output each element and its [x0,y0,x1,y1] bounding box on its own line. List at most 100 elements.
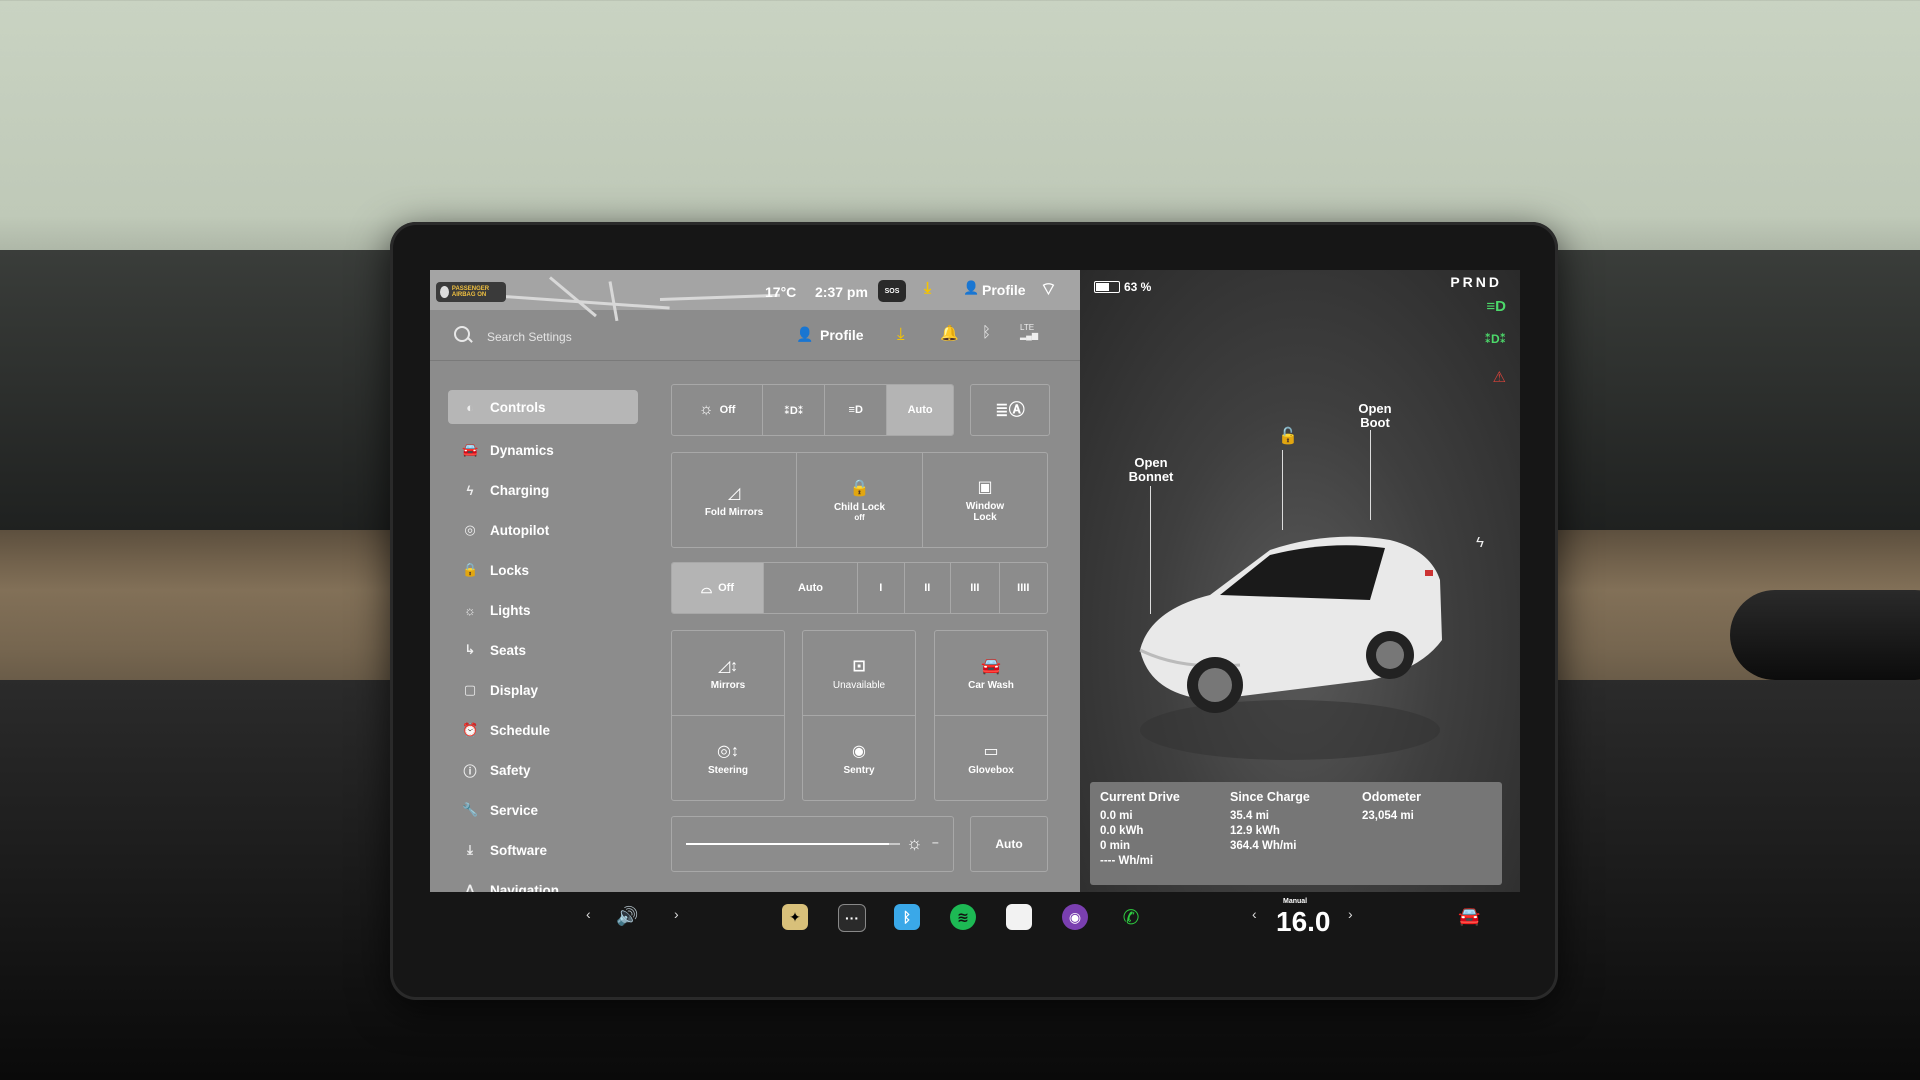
since-charge-efficiency: 364.4 Wh/mi [1230,840,1297,852]
steering-adjust-icon: ◎↕ [717,742,739,760]
open-bonnet-button[interactable]: Open Bonnet [1116,456,1186,484]
passenger-airbag-indicator: PASSENGER AIRBAG ON [436,282,506,302]
download-icon[interactable]: ⤓ [897,324,905,344]
vehicle-model [1139,536,1442,760]
trip-stats: Current Drive 0.0 mi 0.0 kWh 0 min ---- … [1090,782,1502,885]
unavailable-label: Unavailable [832,679,886,691]
bluetooth-icon[interactable]: ᛒ [982,324,991,341]
vehicle-panel: 63 % PRND ≡D ⁑D⁑ ⚠ Open Bonnet Open Boot… [1080,270,1520,892]
nav-item-lights[interactable]: ☼ Lights [448,590,638,630]
wiper-speed-4-button[interactable]: IIII [1000,563,1047,613]
fold-mirrors-button[interactable]: ◿ Fold Mirrors [671,452,797,548]
child-lock-button[interactable]: 🔒 Child Lock off [796,452,923,548]
nav-item-service[interactable]: 🔧 Service [448,790,638,830]
gear-indicator: PRND [1450,274,1502,290]
car-wash-icon: 🚘 [981,657,1001,675]
status-profile-label[interactable]: Profile [982,282,1026,298]
nav-label: Safety [490,762,531,778]
more-apps-icon[interactable]: ··· [838,904,866,932]
nav-item-controls[interactable]: ◐ Controls [448,390,638,424]
brightness-slider-fill [686,843,890,845]
unavailable-button[interactable]: ⊡ Unavailable [802,630,916,716]
headlights-off-button[interactable]: ☼ Off [672,385,764,435]
sentry-icon: ◉ [852,742,866,760]
open-boot-button[interactable]: Open Boot [1350,402,1400,430]
low-beam-button[interactable]: ≡D [825,385,888,435]
profile-button[interactable]: Profile [820,327,864,343]
phone-app-icon[interactable]: ✆ [1118,904,1144,930]
brightness-auto-button[interactable]: Auto [970,816,1048,872]
glovebox-button[interactable]: ▭ Glovebox [934,715,1048,801]
search-input[interactable] [485,326,709,348]
mirrors-button[interactable]: ◿↕ Mirrors [671,630,785,716]
auto-high-beam-icon: ≣Ⓐ [995,402,1025,419]
current-drive-stats: Current Drive 0.0 mi 0.0 kWh 0 min ---- … [1100,790,1180,869]
headlights-auto-button[interactable]: Auto [887,385,953,435]
parking-lights-button[interactable]: ⁑D⁑ [763,385,826,435]
nav-item-charging[interactable]: ϟ Charging [448,470,638,510]
nav-label: Software [490,842,548,858]
current-drive-energy: 0.0 kWh [1100,825,1144,837]
nav-item-dynamics[interactable]: 🚘 Dynamics [448,430,638,470]
alarm-icon: ⏰ [462,722,479,737]
nav-item-schedule[interactable]: ⏰ Schedule [448,710,638,750]
unlock-icon[interactable]: 🔓 [1278,426,1298,446]
lte-label: LTE [1020,323,1035,332]
nav-label: Display [490,682,539,698]
steering-adjust-button[interactable]: ◎↕ Steering [671,715,785,801]
glovebox-label: Glovebox [968,764,1014,776]
calendar-app-icon[interactable] [1006,904,1032,930]
car-wash-label: Car Wash [968,679,1014,691]
nav-label: Autopilot [490,522,550,538]
wiper-speed-2-button[interactable]: II [905,563,952,613]
steering-label: Steering [707,764,748,776]
brightness-slider-track[interactable] [686,843,900,845]
window-lock-button[interactable]: ▣ Window Lock [922,452,1048,548]
clock: 2:37 pm [815,284,868,300]
profile-icon: 👤 [963,280,980,295]
nav-item-software[interactable]: ⤓ Software [448,830,638,870]
car-wash-button[interactable]: 🚘 Car Wash [934,630,1048,716]
bell-icon[interactable]: 🔔 [940,324,959,342]
car-icon[interactable]: 🚘 [1458,906,1480,927]
bluetooth-app-icon[interactable]: ᛒ [894,904,920,930]
nav-item-display[interactable]: ▢ Display [448,670,638,710]
temp-down-arrow-icon[interactable]: ‹ [1252,906,1257,922]
brightness-auto-label: Auto [995,837,1023,851]
wiper-speed-3-button[interactable]: III [951,563,1000,613]
wiper-speed-label: IIII [1017,582,1030,594]
wipers-auto-button[interactable]: Auto [764,563,859,613]
download-icon: ⤓ [467,842,473,857]
profile-icon: 👤 [796,326,814,342]
volume-icon[interactable]: 🔊 [616,906,638,927]
sentry-button[interactable]: ◉ Sentry [802,715,916,801]
wipers-off-button[interactable]: ⌓ Off [672,563,765,613]
download-icon[interactable]: ⤓ [924,280,931,298]
nav-item-seats[interactable]: ↳ Seats [448,630,638,670]
lte-signal-icon: LTE ▂▄▆ [1020,323,1038,340]
auto-high-beam-button[interactable]: ≣Ⓐ [970,384,1050,436]
toybox-app-icon[interactable]: ✦ [782,904,808,930]
car-icon: 🚘 [462,442,479,457]
camera-app-icon[interactable]: ◉ [1062,904,1088,930]
volume-up-arrow-icon[interactable]: › [674,906,679,922]
current-drive-distance: 0.0 mi [1100,810,1133,822]
spotify-app-icon[interactable]: ≋ [950,904,976,930]
bolt-icon: ϟ [466,482,474,498]
settings-panel: PASSENGER AIRBAG ON 17°C 2:37 pm SOS ⤓ 👤… [430,270,1080,898]
wiper-speed-1-button[interactable]: I [858,563,905,613]
cabin-temperature[interactable]: 16.0 [1276,906,1331,938]
nav-label: Seats [490,642,527,658]
sos-button[interactable]: SOS [878,280,906,302]
climate-mode-label: Manual [1283,898,1308,905]
nav-item-autopilot[interactable]: ◎ Autopilot [448,510,638,550]
charge-port-icon[interactable]: ϟ [1476,534,1484,551]
child-lock-label: Child Lock [833,502,886,513]
nav-item-locks[interactable]: 🔒 Locks [448,550,638,590]
since-charge-stats: Since Charge 35.4 mi 12.9 kWh 364.4 Wh/m… [1230,790,1310,854]
temp-up-arrow-icon[interactable]: › [1348,906,1353,922]
battery-fill [1096,283,1109,291]
volume-down-arrow-icon[interactable]: ‹ [586,906,591,922]
nav-label: Charging [490,482,550,498]
nav-item-safety[interactable]: ⓘ Safety [448,750,638,790]
